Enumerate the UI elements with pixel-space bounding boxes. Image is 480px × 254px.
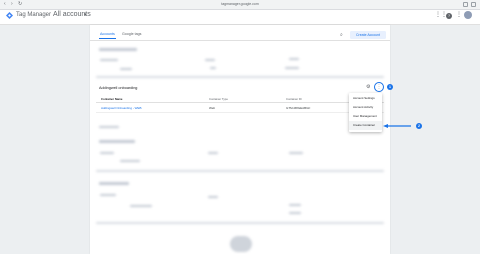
blurred-text: [120, 68, 132, 70]
blurred-divider: [96, 222, 384, 224]
blurred-divider: [96, 76, 384, 78]
reload-icon[interactable]: ↻: [18, 2, 22, 7]
account-name: Addingwell onboarding: [99, 86, 138, 90]
column-header-container-id: Container ID: [286, 97, 302, 101]
container-id: GTM-M8GEABGF: [286, 106, 311, 110]
menu-item-create-container[interactable]: Create Container: [349, 121, 382, 130]
tab-google-tags[interactable]: Google tags: [122, 32, 141, 37]
blurred-text: [100, 194, 116, 196]
menu-item-account-activity[interactable]: Account Activity: [349, 103, 382, 112]
blurred-account-name: [99, 140, 135, 143]
divider: [90, 40, 390, 41]
address-bar[interactable]: tagmanager.google.com: [160, 2, 320, 7]
close-window-icon[interactable]: [471, 2, 476, 7]
avatar[interactable]: [464, 11, 472, 19]
search-icon[interactable]: ⌕: [340, 32, 343, 38]
create-account-button[interactable]: Create Account: [350, 31, 386, 39]
blurred-account-name: [99, 48, 137, 51]
divider: [96, 112, 384, 113]
tag-manager-logo-icon: [6, 12, 13, 19]
blurred-text: [289, 152, 303, 154]
gear-icon[interactable]: ⚙: [366, 84, 370, 90]
blurred-text: [285, 67, 299, 69]
step-badge-1: 1: [387, 84, 393, 90]
more-vert-icon[interactable]: ⋮: [456, 12, 462, 19]
blurred-text: [130, 205, 152, 207]
column-header-container-type: Container Type: [209, 97, 228, 101]
chevron-down-icon[interactable]: ▾: [84, 12, 87, 18]
blurred-account-name: [99, 182, 129, 185]
blurred-text: [100, 152, 114, 154]
blurred-text: [120, 160, 140, 162]
blurred-text: [99, 126, 119, 128]
accounts-card: [90, 25, 390, 254]
help-icon[interactable]: ?: [446, 12, 452, 19]
menu-item-account-settings[interactable]: Account Settings: [349, 94, 382, 103]
blurred-element: [230, 236, 252, 252]
blurred-text: [208, 152, 218, 154]
forward-icon[interactable]: ›: [11, 2, 13, 7]
arrow-left-icon: [383, 124, 411, 128]
back-icon[interactable]: ‹: [4, 2, 6, 7]
container-type: Web: [209, 106, 216, 110]
app-title: Tag Manager: [16, 12, 52, 18]
tab-accounts[interactable]: Accounts: [100, 32, 115, 37]
minimize-icon[interactable]: [463, 2, 468, 7]
blurred-text: [289, 58, 299, 60]
blurred-text: [100, 59, 118, 61]
blurred-text: [210, 67, 216, 69]
menu-item-user-management[interactable]: User Management: [349, 112, 382, 121]
divider: [96, 102, 384, 103]
blurred-text: [289, 204, 301, 206]
more-options-button[interactable]: ⋮: [374, 82, 384, 92]
blurred-divider: [96, 170, 384, 172]
blurred-text: [205, 59, 215, 61]
step-badge-2: 2: [416, 123, 422, 129]
blurred-text: [289, 212, 301, 214]
blurred-text: [208, 196, 218, 198]
column-header-container-name[interactable]: Container Name: [101, 97, 122, 101]
active-tab-indicator: [99, 38, 116, 39]
container-name-link[interactable]: Addingwell Onboarding - WEB: [101, 106, 142, 110]
